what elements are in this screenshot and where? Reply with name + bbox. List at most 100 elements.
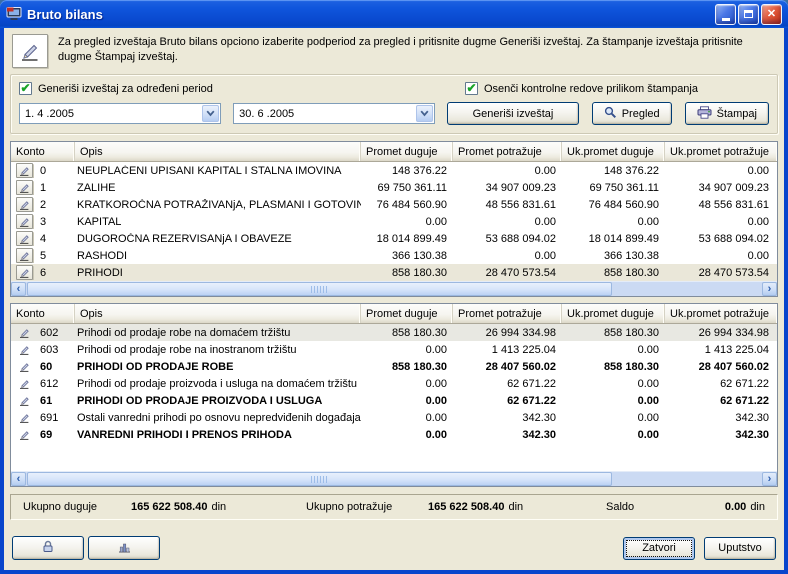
edit-pencil-icon[interactable] xyxy=(11,377,37,391)
titlebar[interactable]: Bruto bilans ✕ xyxy=(0,0,788,28)
date-to-select[interactable]: 30. 6 .2005 xyxy=(233,103,435,124)
edit-pencil-icon[interactable] xyxy=(11,214,37,229)
cell-promet_duguje: 148 376.22 xyxy=(361,165,453,177)
edit-pencil-icon[interactable] xyxy=(11,411,37,425)
window-title: Bruto bilans xyxy=(27,7,715,22)
edit-pencil-icon[interactable] xyxy=(11,360,37,374)
check-icon: ✔ xyxy=(20,83,30,93)
table-row[interactable]: 602Prihodi od prodaje robe na domaćem tr… xyxy=(11,324,777,341)
edit-pencil-icon[interactable] xyxy=(11,428,37,442)
scrollbar-track[interactable] xyxy=(612,472,762,486)
column-header-opis[interactable]: Opis xyxy=(75,304,361,323)
totals-bar: Ukupno duguje 165 622 508.40din Ukupno p… xyxy=(10,494,778,520)
horizontal-scrollbar[interactable]: ‹ › xyxy=(11,281,777,296)
edit-pencil-icon[interactable] xyxy=(11,394,37,408)
total-debit-value: 165 622 508.40din xyxy=(131,501,306,513)
table-row[interactable]: 5RASHODI366 130.380.00366 130.380.00 xyxy=(11,247,777,264)
cell-promet_duguje: 69 750 361.11 xyxy=(361,182,453,194)
close-button[interactable]: ✕ xyxy=(761,4,782,25)
chevron-down-icon[interactable] xyxy=(416,105,433,122)
edit-pencil-icon[interactable] xyxy=(11,326,37,340)
cell-uk_promet_duguje: 69 750 361.11 xyxy=(562,182,665,194)
edit-pencil-icon[interactable] xyxy=(11,265,37,280)
saldo-value: 0.00din xyxy=(725,501,765,513)
scroll-left-icon[interactable]: ‹ xyxy=(11,282,26,296)
shade-checkbox[interactable]: ✔ Osenči kontrolne redove prilikom štamp… xyxy=(465,82,698,95)
edit-pencil-icon[interactable] xyxy=(11,248,37,263)
column-header-promet-duguje[interactable]: Promet duguje xyxy=(361,142,453,161)
scrollbar-thumb[interactable] xyxy=(27,472,612,486)
cell-konto: 60 xyxy=(37,361,75,373)
print-button[interactable]: Štampaj xyxy=(685,102,769,125)
edit-pencil-icon[interactable] xyxy=(11,163,37,178)
cell-promet_potrazuje: 1 413 225.04 xyxy=(453,344,562,356)
edit-pencil-icon[interactable] xyxy=(11,343,37,357)
generate-report-button[interactable]: Generiši izveštaj xyxy=(447,102,578,125)
close-dialog-button[interactable]: Zatvori xyxy=(623,537,695,560)
cell-uk_promet_potrazuje: 26 994 334.98 xyxy=(665,327,777,339)
table-row[interactable]: 0NEUPLAĆENI UPISANI KAPITAL I STALNA IMO… xyxy=(11,162,777,179)
table-row[interactable]: 1ZALIHE69 750 361.1134 907 009.2369 750 … xyxy=(11,179,777,196)
scroll-left-icon[interactable]: ‹ xyxy=(11,472,26,486)
table-row[interactable]: 61PRIHODI OD PRODAJE PROIZVODA I USLUGA0… xyxy=(11,392,777,409)
cell-promet_duguje: 858 180.30 xyxy=(361,361,453,373)
cell-opis: DUGOROČNA REZERVISANjA I OBAVEZE xyxy=(75,233,361,245)
chart-button[interactable] xyxy=(88,536,160,560)
horizontal-scrollbar[interactable]: ‹ › xyxy=(11,471,777,486)
help-button[interactable]: Uputstvo xyxy=(704,537,776,560)
table-row[interactable]: 612Prihodi od prodaje proizvoda i usluga… xyxy=(11,375,777,392)
cell-uk_promet_potrazuje: 342.30 xyxy=(665,412,777,424)
table-row[interactable]: 4DUGOROČNA REZERVISANjA I OBAVEZE18 014 … xyxy=(11,230,777,247)
checkbox-icon[interactable]: ✔ xyxy=(465,82,478,95)
generate-report-label: Generiši izveštaj xyxy=(473,108,554,120)
preview-button[interactable]: Pregled xyxy=(592,102,672,125)
cell-promet_duguje: 76 484 560.90 xyxy=(361,199,453,211)
minimize-button[interactable] xyxy=(715,4,736,25)
column-header-uk-promet-potrazuje[interactable]: Uk.promet potražuje xyxy=(665,142,777,161)
cell-uk_promet_duguje: 858 180.30 xyxy=(562,267,665,279)
table-row[interactable]: 60PRIHODI OD PRODAJE ROBE858 180.3028 40… xyxy=(11,358,777,375)
info-text: Za pregled izveštaja Bruto bilans opcion… xyxy=(58,34,776,66)
check-icon: ✔ xyxy=(466,83,476,93)
table-row[interactable]: 6PRIHODI858 180.3028 470 573.54858 180.3… xyxy=(11,264,777,281)
cell-promet_potrazuje: 342.30 xyxy=(453,412,562,424)
cell-uk_promet_potrazuje: 62 671.22 xyxy=(665,395,777,407)
table-row[interactable]: 603Prihodi od prodaje robe na inostranom… xyxy=(11,341,777,358)
cell-promet_potrazuje: 26 994 334.98 xyxy=(453,327,562,339)
table-row[interactable]: 691Ostali vanredni prihodi po osnovu nep… xyxy=(11,409,777,426)
scroll-right-icon[interactable]: › xyxy=(762,282,777,296)
scroll-right-icon[interactable]: › xyxy=(762,472,777,486)
table-row[interactable]: 69VANREDNI PRIHODI I PRENOS PRIHODA0.003… xyxy=(11,426,777,443)
minimize-icon xyxy=(722,18,730,21)
cell-opis: KRATKOROČNA POTRAŽIVANjA, PLASMANI I GOT… xyxy=(75,199,361,211)
maximize-button[interactable] xyxy=(738,4,759,25)
table-row[interactable]: 2KRATKOROČNA POTRAŽIVANjA, PLASMANI I GO… xyxy=(11,196,777,213)
cell-promet_potrazuje: 28 407 560.02 xyxy=(453,361,562,373)
chevron-down-icon[interactable] xyxy=(202,105,219,122)
checkbox-icon[interactable]: ✔ xyxy=(19,82,32,95)
bruto-bilans-window: Bruto bilans ✕ Za pregled izveštaja Brut… xyxy=(0,0,788,574)
cell-konto: 69 xyxy=(37,429,75,441)
cell-opis: PRIHODI OD PRODAJE PROIZVODA I USLUGA xyxy=(75,395,361,407)
edit-pencil-icon[interactable] xyxy=(11,197,37,212)
date-from-select[interactable]: 1. 4 .2005 xyxy=(19,103,221,124)
scrollbar-thumb[interactable] xyxy=(27,282,612,296)
table-row[interactable]: 3KAPITAL0.000.000.000.00 xyxy=(11,213,777,230)
cell-opis: PRIHODI xyxy=(75,267,361,279)
column-header-promet-potrazuje[interactable]: Promet potražuje xyxy=(453,142,562,161)
column-header-promet-duguje[interactable]: Promet duguje xyxy=(361,304,453,323)
column-header-opis[interactable]: Opis xyxy=(75,142,361,161)
column-header-promet-potrazuje[interactable]: Promet potražuje xyxy=(453,304,562,323)
scrollbar-track[interactable] xyxy=(612,282,762,296)
column-header-konto[interactable]: Konto xyxy=(11,304,75,323)
edit-pencil-icon[interactable] xyxy=(11,180,37,195)
lock-button[interactable] xyxy=(12,536,84,560)
column-header-uk-promet-potrazuje[interactable]: Uk.promet potražuje xyxy=(665,304,777,323)
detail-table: Konto Opis Promet duguje Promet potražuj… xyxy=(10,303,778,487)
column-header-uk-promet-duguje[interactable]: Uk.promet duguje xyxy=(562,142,665,161)
cell-konto: 603 xyxy=(37,344,75,356)
column-header-uk-promet-duguje[interactable]: Uk.promet duguje xyxy=(562,304,665,323)
column-header-konto[interactable]: Konto xyxy=(11,142,75,161)
edit-pencil-icon[interactable] xyxy=(11,231,37,246)
period-checkbox[interactable]: ✔ Generiši izveštaj za određeni period xyxy=(19,82,465,95)
